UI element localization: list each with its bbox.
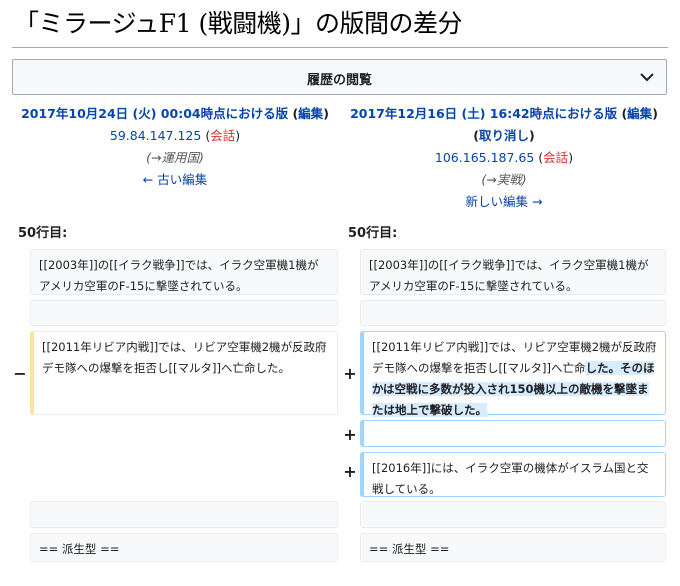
history-toggle-button[interactable]: 履歴の閲覧: [12, 59, 667, 95]
left-user-link[interactable]: 59.84.147.125: [110, 128, 201, 143]
left-edit-link[interactable]: 編集: [298, 106, 323, 121]
added-2016-marker: +: [343, 462, 357, 481]
title-divider: [12, 47, 668, 48]
added-2016-line: [[2016年]]には、イラク空軍の機体がイスラム国と交戦している。: [360, 452, 666, 497]
right-context-line: [[2003年]]の[[イラク戦争]]では、イラク空軍機1機がアメリカ空軍のF-…: [360, 249, 666, 295]
left-edit-summary: (→運用国): [146, 150, 204, 165]
added-marker: +: [343, 364, 357, 383]
right-empty-context-line: [360, 300, 666, 326]
right-edit-link[interactable]: 編集: [627, 106, 652, 121]
undo-link[interactable]: 取り消し: [479, 128, 529, 143]
left-empty-context-line: [30, 300, 338, 326]
history-label: 履歴の閲覧: [306, 73, 372, 88]
added-line: [[2011年リビア内戦]]では、リビア空軍機2機が反政府デモ隊への爆撃を拒否し…: [360, 331, 666, 417]
left-revision-date-link[interactable]: 2017年10月24日 (火) 00:04時点における版: [21, 106, 288, 121]
right-empty-context-line-2: [360, 501, 666, 528]
left-talk-link[interactable]: 会話: [210, 128, 235, 143]
left-context-line: [[2003年]]の[[イラク戦争]]では、イラク空軍機1機がアメリカ空軍のF-…: [30, 249, 338, 295]
left-context-derivatives: == 派生型 ==: [30, 533, 338, 562]
newer-edit-link[interactable]: 新しい編集 →: [466, 194, 543, 209]
left-revision-header: 2017年10月24日 (火) 00:04時点における版 (編集) 59.84.…: [21, 106, 329, 187]
left-line-number: 50行目:: [18, 226, 68, 241]
added-empty-marker: +: [343, 425, 357, 444]
chevron-down-icon: [640, 73, 654, 82]
added-empty-line: [360, 420, 666, 447]
right-edit-summary: (→実戦): [481, 172, 527, 187]
right-revision-date-link[interactable]: 2017年12月16日 (土) 16:42時点における版: [350, 106, 617, 121]
older-edit-link[interactable]: ← 古い編集: [143, 172, 207, 187]
page-title: 「ミラージュF1 (戦闘機)」の版間の差分: [14, 9, 462, 38]
deleted-line: [[2011年リビア内戦]]では、リビア空軍機2機が反政府デモ隊への爆撃を拒否し…: [30, 331, 338, 415]
right-user-link[interactable]: 106.165.187.65: [435, 150, 534, 165]
deleted-marker: −: [13, 364, 27, 383]
left-empty-context-line-2: [30, 501, 338, 528]
right-talk-link[interactable]: 会話: [543, 150, 568, 165]
right-line-number: 50行目:: [348, 226, 398, 241]
right-revision-header: 2017年12月16日 (土) 16:42時点における版 (編集) (取り消し)…: [350, 106, 658, 209]
right-context-derivatives: == 派生型 ==: [360, 533, 666, 562]
